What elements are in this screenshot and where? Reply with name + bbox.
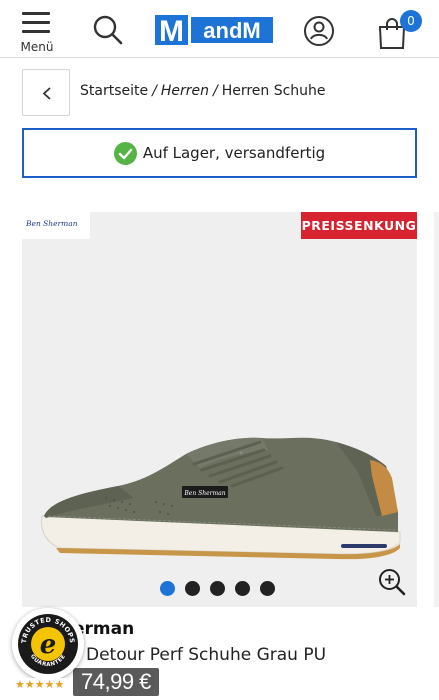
breadcrumb-current: Herren Schuhe <box>221 83 326 99</box>
gallery-pagination <box>160 581 275 597</box>
account-button[interactable] <box>302 14 336 48</box>
gallery-dot-5[interactable] <box>260 581 275 596</box>
search-icon <box>93 15 123 45</box>
rating-stars: ★★★★★ <box>15 678 68 691</box>
brand-logo: Ben Sherman <box>22 212 90 239</box>
price-box: 74,99 € <box>73 668 159 696</box>
cart-count-badge: 0 <box>400 10 422 32</box>
trusted-shops-letter: e <box>40 630 57 660</box>
shoe-brand-tag: Ben Sherman <box>183 490 225 497</box>
chevron-left-icon <box>42 87 51 100</box>
user-icon <box>304 16 334 46</box>
menu-button[interactable]: Menü <box>16 10 58 56</box>
logo-andm: andM <box>203 18 260 43</box>
product-shoe-image: Ben Sherman <box>41 437 401 560</box>
gallery-dot-1[interactable] <box>160 581 175 596</box>
logo-m: M <box>159 15 184 45</box>
back-button[interactable] <box>22 69 70 116</box>
breadcrumb: Startseite / Herren / Herren Schuhe <box>80 83 326 99</box>
breadcrumb-home[interactable]: Startseite <box>80 83 148 99</box>
product-title: Detour Perf Schuhe Grau PU <box>86 645 327 665</box>
next-image-peek <box>434 212 439 607</box>
site-header: Menü M andM 0 <box>0 0 439 58</box>
stock-status-box: Auf Lager, versandfertig <box>22 128 417 178</box>
check-icon <box>113 141 137 165</box>
mandm-logo[interactable]: M andM <box>155 15 273 48</box>
cart-button[interactable]: 0 <box>374 10 424 50</box>
breadcrumb-herren[interactable]: Herren <box>161 83 209 99</box>
search-button[interactable] <box>92 14 124 46</box>
gallery-dot-2[interactable] <box>185 581 200 596</box>
zoom-button[interactable] <box>377 567 407 597</box>
price-reduction-badge: PREISSENKUNG <box>301 212 417 239</box>
menu-label: Menü <box>20 40 54 54</box>
product-price: 74,99 € <box>81 669 151 694</box>
trusted-shops-badge[interactable]: e TRUSTED SHOPS GUARANTEE <box>12 608 84 680</box>
gallery-dot-4[interactable] <box>235 581 250 596</box>
stock-status-text: Auf Lager, versandfertig <box>142 144 326 162</box>
zoom-in-icon <box>379 569 406 596</box>
gallery-dot-3[interactable] <box>210 581 225 596</box>
hamburger-icon <box>22 12 50 34</box>
